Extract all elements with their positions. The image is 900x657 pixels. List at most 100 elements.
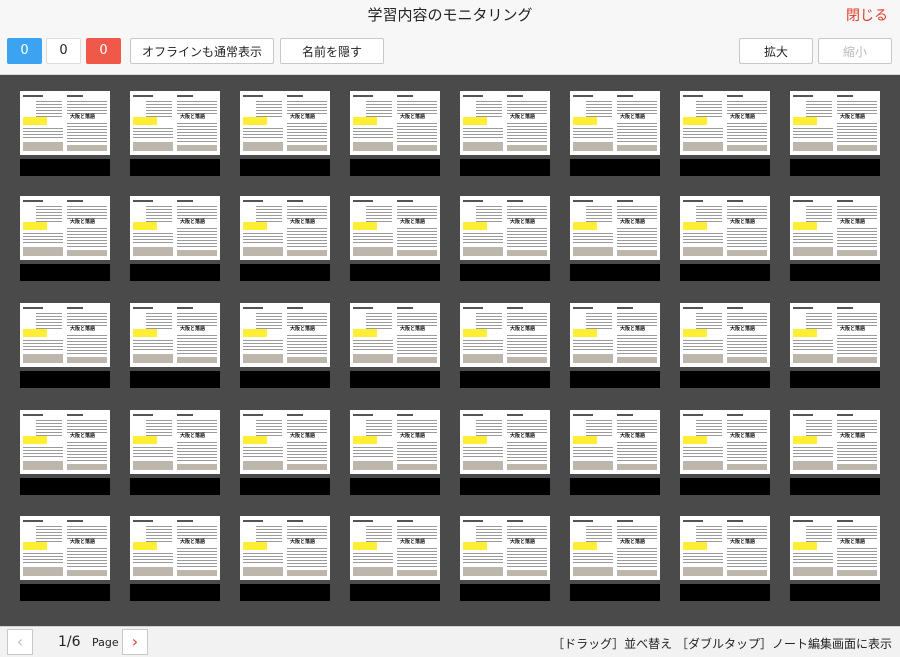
text-line [397,448,437,449]
text-line [573,453,613,454]
note-thumbnail[interactable]: 大阪と落語 [680,410,770,474]
student-note-card[interactable]: 大阪と落語 [680,516,770,602]
note-thumbnail[interactable]: 大阪と落語 [130,196,220,260]
student-note-card[interactable]: 大阪と落語 [350,516,440,602]
student-note-card[interactable]: 大阪と落語 [790,91,880,177]
note-thumbnail[interactable]: 大阪と落語 [20,91,110,155]
student-note-card[interactable]: 大阪と落語 [570,91,660,177]
zoom-out-button[interactable]: 縮小 [818,38,892,64]
student-note-card[interactable]: 大阪と落語 [350,91,440,177]
note-thumbnail[interactable]: 大阪と落語 [460,303,550,367]
note-thumbnail[interactable]: 大阪と落語 [130,303,220,367]
zoom-in-button[interactable]: 拡大 [739,38,813,64]
student-note-card[interactable]: 大阪と落語 [460,410,550,496]
note-thumbnail[interactable]: 大阪と落語 [570,91,660,155]
student-note-card[interactable]: 大阪と落語 [20,410,110,496]
student-note-card[interactable]: 大阪と落語 [680,91,770,177]
note-thumbnail[interactable]: 大阪と落語 [20,303,110,367]
note-thumbnail[interactable]: 大阪と落語 [460,516,550,580]
note-thumbnail[interactable]: 大阪と落語 [460,410,550,474]
note-thumbnail[interactable]: 大阪と落語 [570,410,660,474]
student-note-card[interactable]: 大阪と落語 [680,303,770,389]
note-page-right: 大阪と落語 [396,198,438,258]
count-badge-blue[interactable]: 0 [7,38,42,64]
note-thumbnail[interactable]: 大阪と落語 [790,91,880,155]
note-thumbnail[interactable]: 大阪と落語 [350,91,440,155]
student-note-card[interactable]: 大阪と落語 [240,516,330,602]
student-note-card[interactable]: 大阪と落語 [790,196,880,282]
note-thumbnail[interactable]: 大阪と落語 [240,516,330,580]
student-note-card[interactable]: 大阪と落語 [790,516,880,602]
note-thumbnail[interactable]: 大阪と落語 [350,196,440,260]
student-note-card[interactable]: 大阪と落語 [460,303,550,389]
student-note-card[interactable]: 大阪と落語 [570,410,660,496]
student-note-card[interactable]: 大阪と落語 [20,303,110,389]
note-thumbnail[interactable]: 大阪と落語 [570,516,660,580]
student-note-card[interactable]: 大阪と落語 [130,303,220,389]
next-page-button[interactable]: › [122,629,148,655]
text-line [177,95,193,97]
note-thumbnail[interactable]: 大阪と落語 [350,303,440,367]
note-thumbnail[interactable]: 大阪と落語 [790,196,880,260]
text-line [287,554,327,555]
prev-page-button[interactable]: ‹ [7,629,33,655]
student-note-card[interactable]: 大阪と落語 [570,303,660,389]
note-thumbnail[interactable]: 大阪と落語 [680,516,770,580]
note-thumbnail[interactable]: 大阪と落語 [680,91,770,155]
highlight-mark [573,436,597,444]
student-note-card[interactable]: 大阪と落語 [350,196,440,282]
note-thumbnail[interactable]: 大阪と落語 [680,196,770,260]
student-note-card[interactable]: 大阪と落語 [350,303,440,389]
student-name-redacted [680,371,770,388]
student-note-card[interactable]: 大阪と落語 [130,410,220,496]
student-note-card[interactable]: 大阪と落語 [790,410,880,496]
student-note-card[interactable]: 大阪と落語 [20,516,110,602]
note-thumbnail[interactable]: 大阪と落語 [460,91,550,155]
student-note-card[interactable]: 大阪と落語 [790,303,880,389]
text-line [683,349,723,350]
student-note-card[interactable]: 大阪と落語 [130,91,220,177]
student-note-card[interactable]: 大阪と落語 [240,303,330,389]
student-note-card[interactable]: 大阪と落語 [570,196,660,282]
student-note-card[interactable]: 大阪と落語 [20,91,110,177]
text-line [397,132,437,133]
offline-display-button[interactable]: オフラインも通常表示 [130,38,274,64]
count-badge-white[interactable]: 0 [46,38,81,64]
student-note-card[interactable]: 大阪と落語 [680,196,770,282]
note-thumbnail[interactable]: 大阪と落語 [130,516,220,580]
note-thumbnail[interactable]: 大阪と落語 [570,196,660,260]
note-thumbnail[interactable]: 大阪と落語 [130,91,220,155]
note-thumbnail[interactable]: 大阪と落語 [570,303,660,367]
student-note-card[interactable]: 大阪と落語 [350,410,440,496]
hide-names-button[interactable]: 名前を隠す [280,38,384,64]
note-thumbnail[interactable]: 大阪と落語 [790,516,880,580]
student-note-card[interactable]: 大阪と落語 [570,516,660,602]
student-note-card[interactable]: 大阪と落語 [460,196,550,282]
student-note-card[interactable]: 大阪と落語 [460,516,550,602]
note-thumbnail[interactable]: 大阪と落語 [240,196,330,260]
student-note-card[interactable]: 大阪と落語 [240,410,330,496]
note-thumbnail[interactable]: 大阪と落語 [240,410,330,474]
close-button[interactable]: 閉じる [846,5,888,25]
student-note-card[interactable]: 大阪と落語 [240,91,330,177]
note-thumbnail[interactable]: 大阪と落語 [240,303,330,367]
note-thumbnail[interactable]: 大阪と落語 [240,91,330,155]
note-thumbnail[interactable]: 大阪と落語 [20,516,110,580]
student-note-card[interactable]: 大阪と落語 [240,196,330,282]
note-thumbnail[interactable]: 大阪と落語 [350,410,440,474]
student-note-card[interactable]: 大阪と落語 [130,516,220,602]
count-badge-red[interactable]: 0 [86,38,121,64]
student-note-card[interactable]: 大阪と落語 [460,91,550,177]
note-thumbnail[interactable]: 大阪と落語 [20,410,110,474]
note-thumbnail[interactable]: 大阪と落語 [20,196,110,260]
text-line [67,209,107,210]
student-note-card[interactable]: 大阪と落語 [130,196,220,282]
note-thumbnail[interactable]: 大阪と落語 [790,303,880,367]
note-thumbnail[interactable]: 大阪と落語 [130,410,220,474]
note-thumbnail[interactable]: 大阪と落語 [350,516,440,580]
note-thumbnail[interactable]: 大阪と落語 [790,410,880,474]
student-note-card[interactable]: 大阪と落語 [20,196,110,282]
note-thumbnail[interactable]: 大阪と落語 [680,303,770,367]
note-thumbnail[interactable]: 大阪と落語 [460,196,550,260]
student-note-card[interactable]: 大阪と落語 [680,410,770,496]
